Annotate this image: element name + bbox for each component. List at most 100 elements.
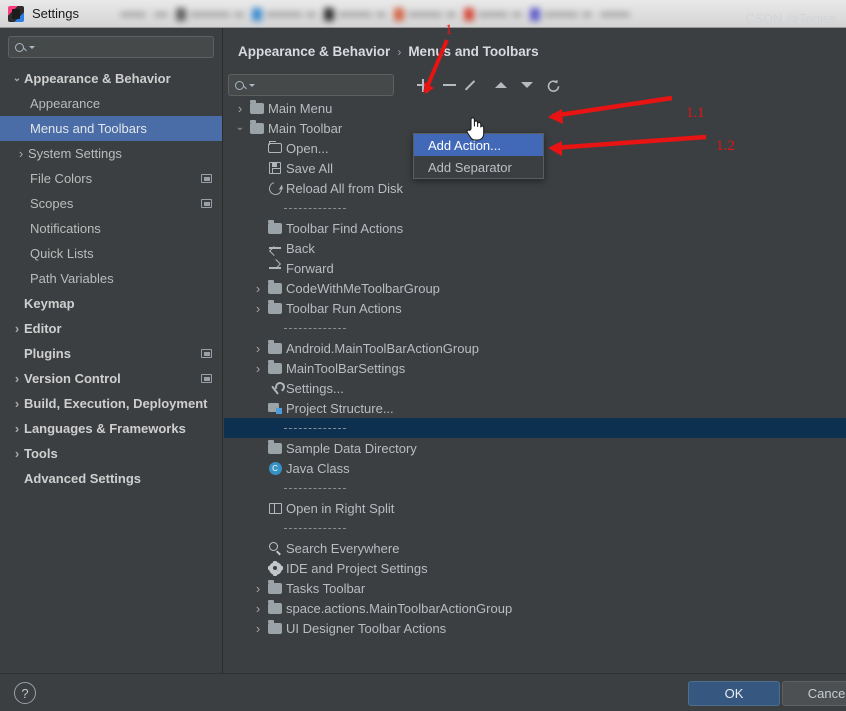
search-icon xyxy=(15,42,24,52)
cancel-button[interactable]: Cancel xyxy=(782,681,846,706)
sidebar-item-notifications[interactable]: Notifications xyxy=(0,216,222,241)
restore-button[interactable] xyxy=(540,73,566,97)
tree-row[interactable]: › Tasks Toolbar xyxy=(224,578,846,598)
tree-row-label: Save All xyxy=(286,160,333,176)
sidebar-item-tools[interactable]: › Tools xyxy=(0,441,222,466)
chevron-right-icon[interactable]: › xyxy=(250,281,266,296)
tree-row-label: space.actions.MainToolbarActionGroup xyxy=(286,600,513,616)
sidebar-item-languages-frameworks[interactable]: › Languages & Frameworks xyxy=(0,416,222,441)
sidebar-item-appearance-behavior[interactable]: ⌄ Appearance & Behavior xyxy=(0,66,222,91)
tree-row[interactable]: Sample Data Directory xyxy=(224,438,846,458)
project-scope-badge-icon xyxy=(201,199,212,208)
sidebar-item-path-variables[interactable]: Path Variables xyxy=(0,266,222,291)
tree-row[interactable]: › CodeWithMeToolbarGroup xyxy=(224,278,846,298)
sidebar-item-scopes[interactable]: Scopes xyxy=(0,191,222,216)
folder-icon xyxy=(266,220,284,234)
tree-row[interactable] xyxy=(224,418,846,438)
arrow-right-icon xyxy=(266,263,284,273)
tree-row[interactable]: › UI Designer Toolbar Actions xyxy=(224,618,846,638)
ok-button[interactable]: OK xyxy=(688,681,780,706)
tree-row-label: Forward xyxy=(286,260,334,276)
sidebar-item-quick-lists[interactable]: Quick Lists xyxy=(0,241,222,266)
tree-row[interactable]: Reload All from Disk xyxy=(224,178,846,198)
plus-icon xyxy=(416,78,430,93)
tree-row[interactable]: Forward xyxy=(224,258,846,278)
tree-row[interactable]: IDE and Project Settings xyxy=(224,558,846,578)
chevron-down-icon: ⌄ xyxy=(12,72,22,84)
sidebar-item-keymap[interactable]: Keymap xyxy=(0,291,222,316)
project-scope-badge-icon xyxy=(201,349,212,358)
sidebar-item-label: System Settings xyxy=(28,146,122,161)
tree-row-label: Toolbar Run Actions xyxy=(286,300,402,316)
sidebar-item-editor[interactable]: › Editor xyxy=(0,316,222,341)
tree-row-label: IDE and Project Settings xyxy=(286,560,428,576)
chevron-right-icon[interactable]: › xyxy=(250,341,266,356)
sidebar-item-build-execution-deployment[interactable]: › Build, Execution, Deployment xyxy=(0,391,222,416)
intellij-idea-icon xyxy=(8,5,24,22)
tree-row[interactable]: › Toolbar Run Actions xyxy=(224,298,846,318)
tree-row-label: CodeWithMeToolbarGroup xyxy=(286,280,440,296)
tree-row[interactable]: Search Everywhere xyxy=(224,538,846,558)
tree-row-label: Project Structure... xyxy=(286,400,394,416)
tree-row-label: Toolbar Find Actions xyxy=(286,220,404,236)
folder-icon xyxy=(248,120,266,134)
chevron-right-icon[interactable]: › xyxy=(250,581,266,596)
tree-row[interactable]: Open in Right Split xyxy=(224,498,846,518)
sidebar-item-label: Appearance xyxy=(30,96,101,111)
sidebar-item-appearance[interactable]: Appearance xyxy=(0,91,222,116)
chevron-right-icon[interactable]: › xyxy=(250,361,266,376)
sidebar-item-label: Advanced Settings xyxy=(24,471,142,486)
add-button[interactable] xyxy=(410,73,436,97)
project-scope-badge-icon xyxy=(201,374,212,383)
tree-row[interactable]: Project Structure... xyxy=(224,398,846,418)
chevron-down-icon[interactable]: ⌄ xyxy=(232,123,248,133)
menu-separator xyxy=(284,327,346,329)
chevron-right-icon[interactable]: › xyxy=(232,101,248,116)
move-up-button[interactable] xyxy=(488,73,514,97)
tree-row[interactable]: Settings... xyxy=(224,378,846,398)
tree-row[interactable] xyxy=(224,198,846,218)
tree-row[interactable]: Back xyxy=(224,238,846,258)
tree-row-label: Settings... xyxy=(286,380,344,396)
chevron-right-icon[interactable]: › xyxy=(250,301,266,316)
chevron-right-icon[interactable]: › xyxy=(250,601,266,616)
tree-row[interactable]: › MainToolBarSettings xyxy=(224,358,846,378)
chevron-right-icon: › xyxy=(14,421,20,436)
tree-row[interactable]: › Android.MainToolBarActionGroup xyxy=(224,338,846,358)
edit-button[interactable] xyxy=(462,73,488,97)
tree-row[interactable] xyxy=(224,318,846,338)
open-folder-icon xyxy=(266,140,284,154)
tree-row[interactable]: › space.actions.MainToolbarActionGroup xyxy=(224,598,846,618)
sidebar-item-advanced-settings[interactable]: Advanced Settings xyxy=(0,466,222,491)
sidebar-search-input[interactable] xyxy=(8,36,214,58)
folder-icon xyxy=(266,580,284,594)
toolbar-tree[interactable]: › Main Menu ⌄ Main Toolbar Open... Save All Re… xyxy=(224,98,846,673)
sidebar-item-system-settings[interactable]: › System Settings xyxy=(0,141,222,166)
sidebar-item-list: ⌄ Appearance & Behavior Appearance Menus an… xyxy=(0,66,222,491)
popup-menu-item-add-separator[interactable]: Add Separator xyxy=(414,156,543,178)
tree-row-label: Android.MainToolBarActionGroup xyxy=(286,340,479,356)
tree-row[interactable]: › Main Menu xyxy=(224,98,846,118)
help-button[interactable]: ? xyxy=(14,682,36,704)
move-down-button[interactable] xyxy=(514,73,540,97)
tree-search-input[interactable] xyxy=(228,74,394,96)
folder-icon xyxy=(266,360,284,374)
breadcrumb-parent[interactable]: Appearance & Behavior xyxy=(238,44,390,59)
save-icon xyxy=(266,162,284,174)
tree-row[interactable]: Toolbar Find Actions xyxy=(224,218,846,238)
sidebar-item-file-colors[interactable]: File Colors xyxy=(0,166,222,191)
arrow-left-icon xyxy=(266,243,284,253)
tree-row[interactable] xyxy=(224,478,846,498)
remove-button[interactable] xyxy=(436,73,462,97)
tree-row[interactable]: C Java Class xyxy=(224,458,846,478)
folder-icon xyxy=(266,300,284,314)
tree-row[interactable] xyxy=(224,518,846,538)
sidebar-item-menus-and-toolbars[interactable]: Menus and Toolbars xyxy=(0,116,222,141)
sidebar-item-label: Tools xyxy=(24,446,58,461)
sidebar-item-plugins[interactable]: Plugins xyxy=(0,341,222,366)
chevron-right-icon: › xyxy=(14,446,20,461)
sidebar-item-version-control[interactable]: › Version Control xyxy=(0,366,222,391)
chevron-right-icon[interactable]: › xyxy=(250,621,266,636)
search-icon xyxy=(235,80,244,90)
popup-menu-item-add-action[interactable]: Add Action... xyxy=(414,134,543,156)
